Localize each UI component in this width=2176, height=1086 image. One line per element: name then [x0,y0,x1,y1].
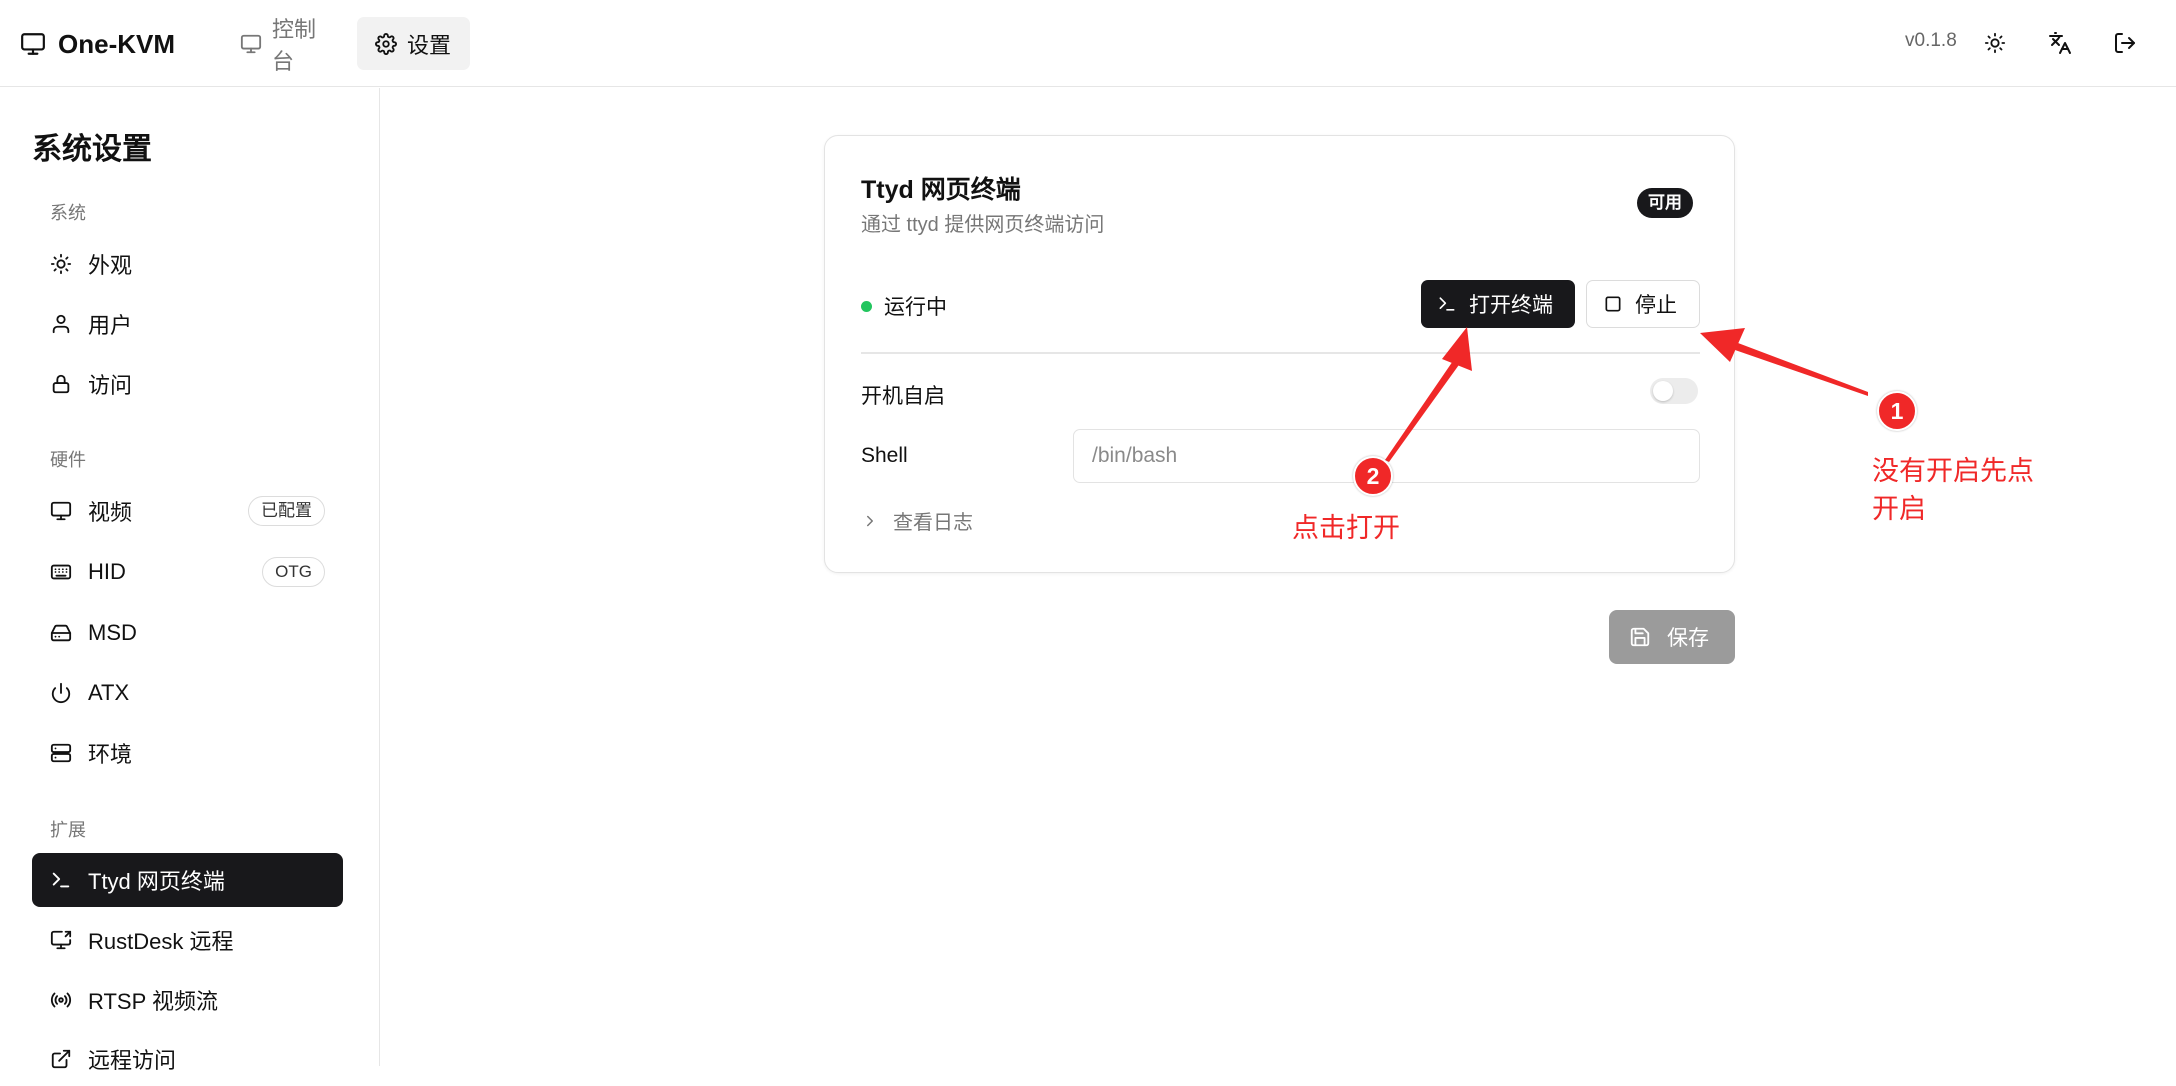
sidebar-item-rtsp[interactable]: RTSP 视频流 [32,973,343,1027]
lock-icon [50,373,72,395]
user-icon [50,313,72,335]
sidebar-item-ttyd[interactable]: Ttyd 网页终端 [32,853,343,907]
service-status: 运行中 [861,291,947,321]
terminal-icon [50,869,72,891]
sidebar-item-label: 远程访问 [88,1048,177,1073]
annotation-marker-1: 1 [1877,391,1917,431]
sidebar: 系统设置 系统 外观 用户 访问 硬件 视频 已配置 HID OTG MSD A… [0,88,380,1073]
sidebar-item-access[interactable]: 访问 [32,357,343,411]
stop-label: 停止 [1635,294,1677,317]
version-label: v0.1.8 [1905,30,1957,51]
server-icon [50,742,72,764]
section-system: 系统 [50,203,86,223]
shell-label: Shell [861,444,908,467]
radio-icon [50,989,72,1011]
screen-share-icon [50,929,72,951]
monitor-icon [50,500,72,522]
top-bar: One-KVM 控制台 设置 v0.1.8 [0,0,2176,87]
sidebar-item-rustdesk[interactable]: RustDesk 远程 [32,913,343,967]
availability-badge: 可用 [1637,188,1693,218]
sidebar-item-appearance[interactable]: 外观 [32,237,343,291]
toggle-knob [1653,381,1673,401]
power-icon [50,682,72,704]
sidebar-item-label: 环境 [88,742,133,767]
sidebar-item-users[interactable]: 用户 [32,297,343,351]
square-icon [1603,294,1623,314]
section-extensions: 扩展 [50,820,86,840]
sidebar-item-label: Ttyd 网页终端 [88,869,225,894]
card-title: Ttyd 网页终端 [861,176,1021,204]
save-icon [1629,626,1651,648]
sidebar-item-label: 访问 [88,373,133,398]
annotation-note-1-line2: 开启 [1872,494,1926,524]
sidebar-item-label: 外观 [88,253,133,278]
annotation-note-1: 没有开启先点 开启 [1872,452,2034,528]
save-label: 保存 [1667,627,1709,650]
sidebar-item-label: ATX [88,680,130,705]
ttyd-settings-card: Ttyd 网页终端 通过 ttyd 提供网页终端访问 可用 运行中 打开终端 停… [824,135,1735,573]
external-link-icon [50,1048,72,1070]
divider [861,352,1700,354]
sidebar-item-label: 用户 [88,313,133,338]
terminal-icon [1437,294,1457,314]
sidebar-item-msd[interactable]: MSD [32,606,343,660]
open-terminal-label: 打开终端 [1469,294,1553,317]
sidebar-item-label: MSD [88,620,137,645]
status-text: 运行中 [884,296,947,319]
logout-icon[interactable] [2109,27,2141,59]
keyboard-icon [50,561,72,583]
hard-drive-icon [50,622,72,644]
sidebar-item-label: RustDesk 远程 [88,929,234,954]
language-icon[interactable] [2044,27,2076,59]
stop-button[interactable]: 停止 [1586,280,1700,328]
sidebar-item-environment[interactable]: 环境 [32,726,343,780]
status-badge: 已配置 [248,496,325,526]
sidebar-item-hid[interactable]: HID OTG [32,545,343,599]
annotation-note-1-line1: 没有开启先点 [1872,456,2034,486]
tab-console-label: 控制台 [272,16,317,74]
sidebar-item-label: HID [88,559,126,584]
tab-console[interactable]: 控制台 [222,17,350,74]
tab-settings[interactable]: 设置 [357,17,470,70]
open-terminal-button[interactable]: 打开终端 [1421,280,1575,328]
annotation-marker-2: 2 [1353,456,1393,496]
theme-toggle-sun-icon[interactable] [1979,27,2011,59]
chevron-right-icon [861,512,879,530]
brand-name: One-KVM [58,28,175,59]
card-description: 通过 ttyd 提供网页终端访问 [861,214,1105,236]
brand[interactable]: One-KVM [20,22,175,66]
sidebar-item-label: 视频 [88,500,133,525]
monitor-icon [240,33,262,55]
autostart-label: 开机自启 [861,385,945,408]
section-hardware: 硬件 [50,450,86,470]
status-dot-icon [861,300,872,312]
sidebar-item-label: RTSP 视频流 [88,989,218,1014]
view-logs-label: 查看日志 [893,512,973,534]
sidebar-item-atx[interactable]: ATX [32,666,343,720]
sidebar-item-remote-access[interactable]: 远程访问 [32,1032,343,1086]
status-badge: OTG [262,557,325,587]
autostart-toggle[interactable] [1650,378,1698,404]
sidebar-title: 系统设置 [32,133,152,166]
save-button[interactable]: 保存 [1609,610,1735,664]
sun-icon [50,253,72,275]
sidebar-item-video[interactable]: 视频 已配置 [32,484,343,538]
tab-settings-label: 设置 [407,32,452,58]
annotation-note-2: 点击打开 [1292,513,1400,543]
monitor-icon [20,31,46,57]
view-logs-toggle[interactable]: 查看日志 [861,506,973,535]
gear-icon [375,32,397,55]
